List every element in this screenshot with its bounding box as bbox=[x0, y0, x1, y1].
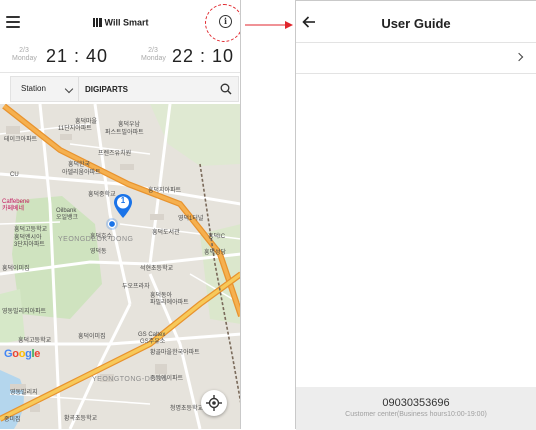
map-place-label: GS주유소 bbox=[140, 339, 166, 345]
brand-logo-icon bbox=[92, 18, 102, 28]
map-place-label: 청명초등학교 bbox=[170, 406, 204, 412]
guide-list-item[interactable] bbox=[296, 43, 536, 73]
customer-center-footer: 09030353696 Customer center(Business hou… bbox=[296, 387, 536, 430]
departure-date: 2/3 Monday bbox=[12, 47, 37, 62]
map-place-label: 흥덕고등학교 bbox=[14, 227, 48, 233]
map-place-label: 11단지아파트 bbox=[58, 126, 92, 132]
map-place-label: 프렌즈유치원 bbox=[98, 151, 132, 157]
district-label: YEONGDEOK-DONG bbox=[58, 236, 134, 243]
crosshair-icon bbox=[206, 395, 222, 411]
map-place-label: 흥덕한국 bbox=[68, 162, 91, 168]
page-title: User Guide bbox=[381, 16, 451, 31]
search-icon[interactable] bbox=[220, 83, 232, 95]
info-icon[interactable]: i bbox=[219, 15, 232, 28]
my-location-button[interactable] bbox=[201, 390, 227, 416]
map-place-label: 영동빌리지 bbox=[10, 390, 38, 396]
customer-phone[interactable]: 09030353696 bbox=[296, 397, 536, 409]
map-place-label: 중미집 bbox=[4, 417, 21, 423]
map-place-label: 황골마을한국아파트 bbox=[150, 350, 200, 356]
map-place-label: 오일뱅크 bbox=[56, 215, 79, 221]
annotation-arrow-icon bbox=[245, 21, 293, 29]
map-place-label: 파밀리에아파트 bbox=[150, 300, 189, 306]
map-place-label: CU bbox=[10, 172, 19, 178]
top-bar: Will Smart i bbox=[0, 0, 240, 44]
map-place-label: 흥덕지아파트 bbox=[148, 188, 182, 194]
map-place-label: 흥덕이미집 bbox=[78, 334, 106, 340]
guide-top-bar: User Guide bbox=[296, 1, 536, 45]
marker-count: 1 bbox=[120, 196, 126, 205]
arrival-date: 2/3 Monday bbox=[141, 47, 166, 62]
chevron-down-icon bbox=[64, 84, 74, 94]
map-place-label: Caffebene bbox=[2, 199, 30, 205]
map-place-label: 카페베네 bbox=[2, 206, 25, 212]
search-input[interactable] bbox=[85, 77, 215, 101]
map-place-label: 테이크아파트 bbox=[4, 137, 38, 143]
map-place-label: 영덕동 bbox=[90, 249, 107, 255]
map-place-label: 3단지아파트 bbox=[14, 242, 45, 248]
map-place-label: 두오프라자 bbox=[122, 284, 150, 290]
map-place-label: 흥덕성당 bbox=[204, 250, 227, 256]
map-place-label: Oilbank bbox=[56, 208, 77, 214]
district-label: YEONGTONG-DONG bbox=[92, 376, 168, 383]
map-place-label: 흥덕동아 bbox=[150, 293, 173, 299]
map-pin-marker[interactable]: 1 bbox=[113, 193, 133, 219]
map-place-label: 흥덕IC bbox=[208, 234, 226, 240]
map-place-label: GS Caltex bbox=[138, 332, 166, 338]
map-view[interactable]: 흥덕마을 흥덕우남 11단지아파트 퍼스트빌아파트 테이크아파트 프렌즈유치원 … bbox=[0, 104, 240, 429]
map-place-label: 흥덕이미집 bbox=[2, 266, 30, 272]
map-place-label: 영덕1터널 bbox=[178, 216, 204, 222]
search-bar: Station bbox=[10, 76, 239, 102]
map-place-label: 흥덕마을 bbox=[75, 119, 98, 125]
schedule-bar: 2/3 Monday 21 : 40 2/3 Monday 22 : 10 bbox=[0, 44, 240, 72]
station-select[interactable]: Station bbox=[11, 77, 79, 101]
arrival-time-value: 22 : 10 bbox=[172, 46, 235, 66]
google-logo: Google bbox=[4, 348, 41, 360]
divider bbox=[296, 73, 536, 74]
map-place-label: 퍼스트빌아파트 bbox=[105, 130, 144, 136]
map-place-label: 영동빌리지아파트 bbox=[2, 309, 47, 315]
user-guide-screen: User Guide 09030353696 Customer center(B… bbox=[295, 0, 536, 430]
map-place-label: 황곡초등학교 bbox=[64, 416, 98, 422]
map-place-label: 흥덕고등학교 bbox=[18, 338, 52, 344]
main-screen: Will Smart i 2/3 Monday 21 : 40 2/3 Mond… bbox=[0, 0, 241, 429]
map-place-label: 흥덕우남 bbox=[118, 122, 141, 128]
map-place-label: 아델리움아파트 bbox=[62, 170, 101, 176]
brand-name: Will Smart bbox=[104, 17, 149, 28]
business-hours: Customer center(Business hours10:00-19:0… bbox=[345, 411, 487, 418]
divider bbox=[0, 72, 240, 73]
map-place-label: 흥덕엔시아 bbox=[14, 235, 42, 241]
chevron-right-icon bbox=[514, 52, 524, 62]
map-place-label: 석현초등학교 bbox=[140, 266, 174, 272]
map-place-label: 흥덕중학교 bbox=[88, 192, 116, 198]
map-place-label: 흥덕도서관 bbox=[152, 230, 180, 236]
departure-time-value: 21 : 40 bbox=[46, 46, 109, 66]
